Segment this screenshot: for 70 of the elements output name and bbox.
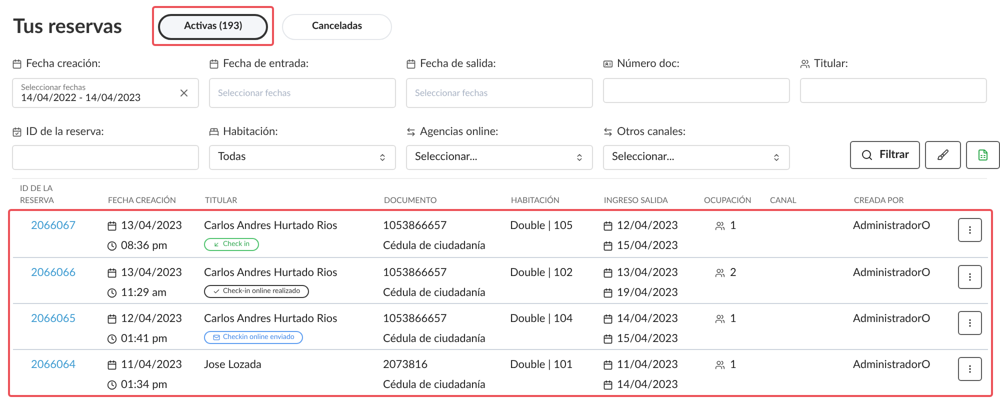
filter-label: Número doc:	[617, 56, 680, 72]
document-number: 1053866657	[383, 311, 448, 327]
column-header: HABITACIÓN	[511, 194, 560, 206]
occupancy: 1	[730, 218, 736, 234]
document-number: 2073816	[383, 357, 429, 373]
document-number: 1053866657	[383, 265, 448, 281]
creation-date: 13/04/2023	[121, 218, 182, 234]
column-header: INGRESO SALIDA	[604, 194, 669, 206]
field-placeholder: Seleccionar fechas	[415, 86, 488, 100]
holder-name: Jose Lozada	[204, 357, 262, 373]
occupancy: 2	[730, 265, 736, 281]
creation-date: 12/04/2023	[121, 311, 182, 327]
occupancy: 1	[730, 311, 736, 327]
column-header: OCUPACIÓN	[704, 194, 752, 206]
filter-label: Fecha de entrada:	[223, 56, 309, 72]
check-in-date: 11/04/2023	[617, 357, 678, 373]
holder-name: Carlos Andres Hurtado Rios	[204, 265, 338, 281]
check-out-date: 14/04/2023	[617, 376, 678, 392]
creation-time: 11:29 am	[121, 284, 167, 300]
check-out-date: 15/04/2023	[617, 330, 678, 346]
date-field[interactable]: Seleccionar fechas 14/04/2022 - 14/04/2023	[12, 78, 199, 108]
document-type: Cédula de ciudadanía	[383, 330, 487, 346]
room: Double | 102	[510, 266, 573, 279]
field-value: 14/04/2022 - 14/04/2023	[21, 92, 141, 102]
column-header: TITULAR	[205, 194, 238, 206]
occupancy: 1	[730, 357, 736, 373]
check-out-date: 15/04/2023	[617, 238, 678, 254]
document-type: Cédula de ciudadanía	[383, 376, 487, 392]
select-field[interactable]: Seleccionar...	[603, 145, 790, 170]
room: Double | 105	[510, 219, 573, 232]
column-header: ID DE LA RESERVA	[20, 182, 55, 206]
column-header: FECHA CREACIÓN	[108, 194, 178, 206]
creation-date: 11/04/2023	[121, 357, 182, 373]
creation-time: 08:36 pm	[121, 238, 168, 254]
select-field[interactable]: Seleccionar...	[406, 145, 593, 170]
filter-label: Fecha creación:	[26, 56, 101, 72]
filter-label: ID de la reserva:	[26, 124, 104, 140]
column-header: DOCUMENTO	[384, 194, 438, 206]
created-by: AdministradorO	[853, 266, 930, 279]
filter-button[interactable]: Filtrar	[850, 141, 920, 169]
holder-name: Carlos Andres Hurtado Rios	[204, 218, 338, 234]
created-by: AdministradorO	[853, 312, 930, 325]
check-out-date: 19/04/2023	[617, 284, 678, 300]
filter-label: Titular:	[814, 56, 848, 72]
field-label: Seleccionar fechas	[21, 82, 87, 90]
tab[interactable]: Canceladas	[282, 14, 392, 40]
created-by: AdministradorO	[853, 219, 930, 232]
filter-label: Habitación:	[223, 124, 278, 140]
document-number: 1053866657	[383, 218, 448, 234]
page-title: Tus reservas	[13, 13, 122, 40]
holder-name: Carlos Andres Hurtado Rios	[204, 311, 338, 327]
filter-label: Fecha de salida:	[420, 56, 496, 72]
document-type: Cédula de ciudadanía	[383, 238, 487, 254]
select-field[interactable]: Todas	[209, 145, 396, 170]
filter-label: Otros canales:	[617, 124, 686, 140]
creation-date: 13/04/2023	[121, 265, 182, 281]
creation-time: 01:41 pm	[121, 330, 168, 346]
creation-time: 01:34 pm	[121, 376, 168, 392]
filter-label: Agencias online:	[420, 124, 498, 140]
room: Double | 104	[510, 312, 573, 325]
column-header: CANAL	[770, 194, 798, 206]
field-placeholder: Seleccionar fechas	[218, 86, 291, 100]
column-header: CREADA POR	[854, 194, 905, 206]
created-by: AdministradorO	[853, 358, 930, 371]
check-in-date: 14/04/2023	[617, 311, 678, 327]
room: Double | 101	[510, 358, 573, 371]
document-type: Cédula de ciudadanía	[383, 284, 487, 300]
check-in-date: 12/04/2023	[617, 218, 678, 234]
tab[interactable]: Activas (193)	[158, 14, 268, 40]
check-in-date: 13/04/2023	[617, 265, 678, 281]
